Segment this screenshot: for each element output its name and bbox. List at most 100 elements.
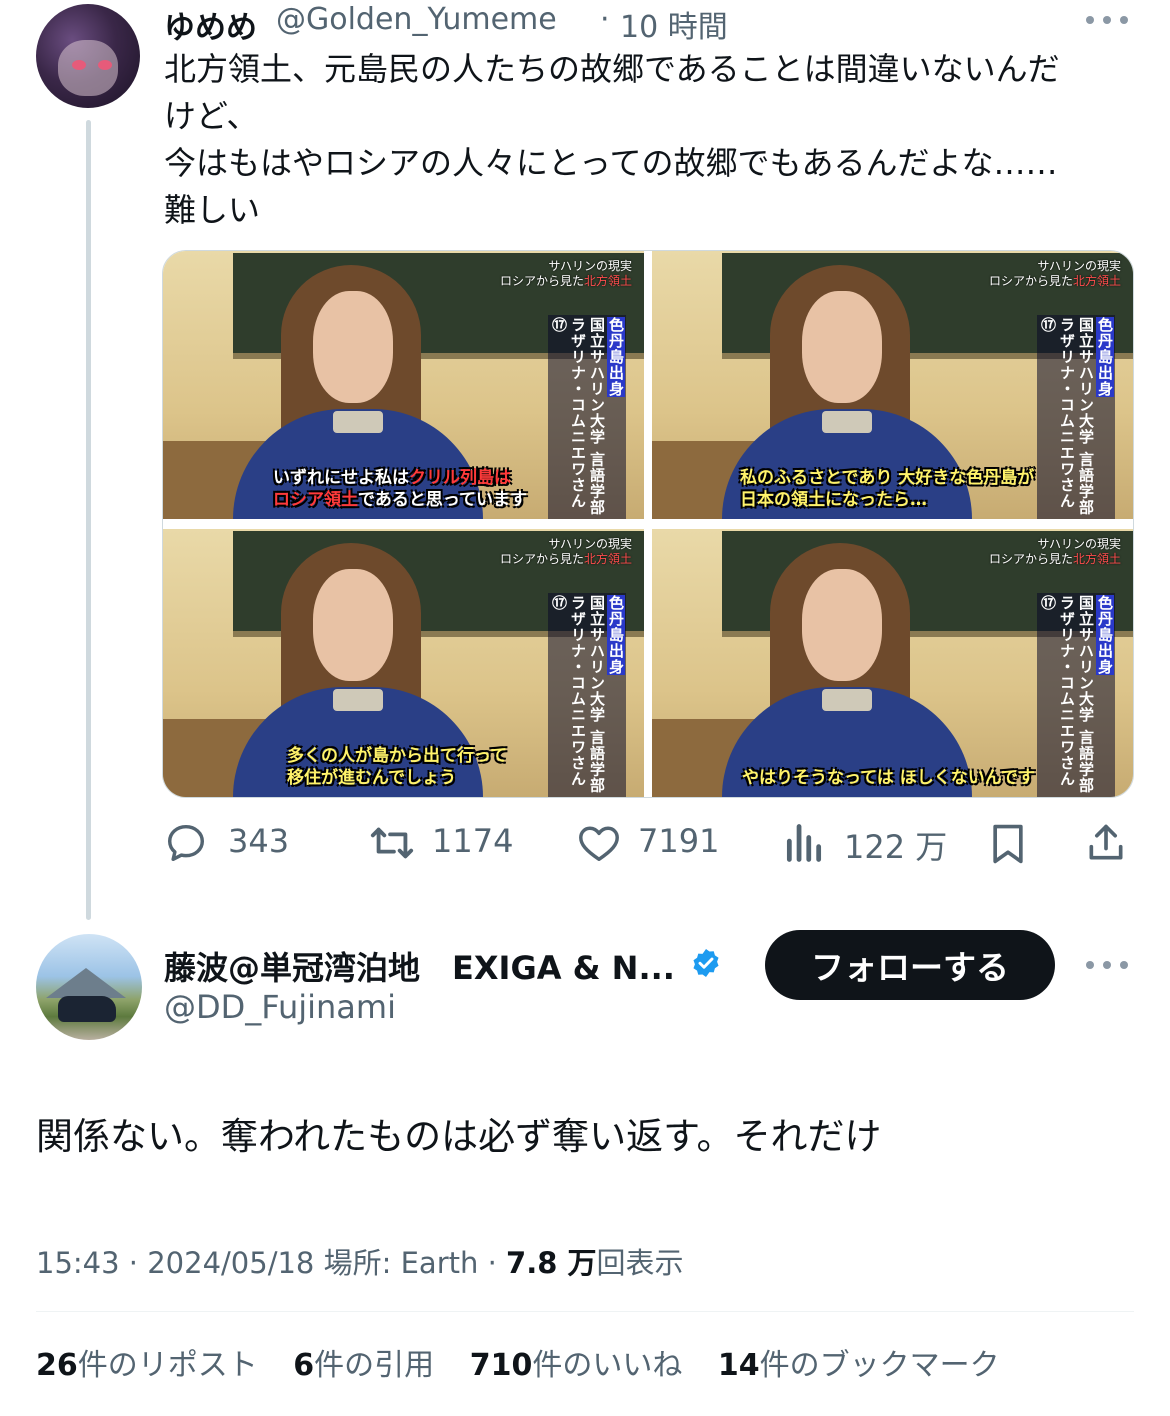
tweet-time[interactable]: 10 時間 xyxy=(620,2,728,46)
stat-label: 件のリポスト xyxy=(77,1348,258,1383)
person-face xyxy=(313,291,393,403)
program-title-line1: サハリンの現実 xyxy=(1037,259,1121,273)
more-icon[interactable] xyxy=(1086,14,1132,26)
person-collar xyxy=(822,689,872,711)
person-name: ラザリナ・コムニエワさん⑰ xyxy=(1039,595,1076,787)
media-image[interactable]: サハリンの現実 ロシアから見た北方領土 色丹島出身 国立サハリン大学 言語学部 … xyxy=(163,251,644,519)
tweet-time[interactable]: 15:43 xyxy=(36,1246,120,1280)
program-title-line1: サハリンの現実 xyxy=(1037,537,1121,551)
avatar[interactable] xyxy=(36,934,142,1040)
thread-line xyxy=(86,120,91,920)
avatar[interactable] xyxy=(36,4,140,108)
media-image[interactable]: サハリンの現実 ロシアから見た北方領土 色丹島出身 国立サハリン大学 言語学部 … xyxy=(652,529,1133,797)
program-title: サハリンの現実 ロシアから見た北方領土 xyxy=(989,259,1121,289)
person-affiliation: 国立サハリン大学 言語学部 xyxy=(1077,595,1095,794)
like-count: 7191 xyxy=(638,822,720,860)
user-handle[interactable]: @Golden_Yumeme xyxy=(276,2,557,37)
quote-stat[interactable]: 6件の引用 xyxy=(293,1340,434,1384)
person-label: 色丹島出身 国立サハリン大学 言語学部 ラザリナ・コムニエワさん⑰ xyxy=(1037,315,1115,519)
bookmark-stat[interactable]: 14件のブックマーク xyxy=(718,1340,1000,1384)
program-title: サハリンの現実 ロシアから見た北方領土 xyxy=(500,537,632,567)
subtitle-text: 多くの人が島から出て行って xyxy=(287,746,508,766)
display-name[interactable]: ゆめめ xyxy=(164,2,257,47)
subtitle-text: であると思っています xyxy=(358,490,527,510)
views-count: 122 万 xyxy=(844,828,948,866)
stat-label: 件のいいね xyxy=(532,1348,683,1383)
avatar-eye xyxy=(72,60,86,70)
program-title-line1: サハリンの現実 xyxy=(548,537,632,551)
person-label: 色丹島出身 国立サハリン大学 言語学部 ラザリナ・コムニエワさん⑰ xyxy=(548,315,626,519)
more-icon[interactable] xyxy=(1086,959,1132,971)
stat-count: 26 xyxy=(36,1348,78,1383)
retweet-button[interactable]: 1174 xyxy=(366,820,516,866)
person-name: ラザリナ・コムニエワさん⑰ xyxy=(550,317,587,509)
person-origin: 色丹島出身 xyxy=(1096,595,1114,675)
person-face xyxy=(802,291,882,403)
person-label: 色丹島出身 国立サハリン大学 言語学部 ラザリナ・コムニエワさん⑰ xyxy=(1037,593,1115,797)
views-count: 7.8 万 xyxy=(506,1246,597,1280)
like-stat[interactable]: 710件のいいね xyxy=(470,1340,683,1384)
separator-dot: · xyxy=(600,2,610,37)
media-image[interactable]: サハリンの現実 ロシアから見た北方領土 色丹島出身 国立サハリン大学 言語学部 … xyxy=(652,251,1133,519)
subtitle: やはりそうなっては ほしくないんです xyxy=(742,767,1035,789)
reply-icon xyxy=(167,824,205,862)
separator-dot: · xyxy=(128,1246,139,1280)
bookmark-button[interactable] xyxy=(986,820,1032,866)
reply-button[interactable]: 343 xyxy=(162,820,302,866)
stat-label: 件のブックマーク xyxy=(759,1348,1000,1383)
person-origin: 色丹島出身 xyxy=(1096,317,1114,397)
person-face xyxy=(802,569,882,681)
media-image[interactable]: サハリンの現実 ロシアから見た北方領土 色丹島出身 国立サハリン大学 言語学部 … xyxy=(163,529,644,797)
subtitle-text: やはりそうなっては ほしくないんです xyxy=(742,768,1035,788)
share-button[interactable] xyxy=(1084,820,1130,866)
program-title-line2: ロシアから見た xyxy=(499,552,584,566)
program-title: サハリンの現実 ロシアから見た北方領土 xyxy=(500,259,632,289)
repost-stat[interactable]: 26件のリポスト xyxy=(36,1340,258,1384)
separator-dot: · xyxy=(487,1246,497,1280)
divider xyxy=(36,1311,1134,1312)
person-collar xyxy=(333,689,383,711)
subtitle: いずれにせよ私はクリル列島は ロシア領土であると思っています xyxy=(273,467,527,511)
program-title-line2: ロシアから見た xyxy=(988,274,1073,288)
user-handle[interactable]: @DD_Fujinami xyxy=(164,988,396,1026)
media-grid[interactable]: サハリンの現実 ロシアから見た北方領土 色丹島出身 国立サハリン大学 言語学部 … xyxy=(162,250,1134,798)
subtitle-text: 移住が進むんでしょう xyxy=(287,768,457,788)
program-title-highlight: 北方領土 xyxy=(583,274,632,288)
views-label: 回表示 xyxy=(596,1246,684,1280)
bookmark-icon xyxy=(993,824,1023,864)
person-name: ラザリナ・コムニエワさん⑰ xyxy=(550,595,587,787)
program-title-highlight: 北方領土 xyxy=(583,552,632,566)
program-title-highlight: 北方領土 xyxy=(1072,552,1121,566)
tweet-text: 北方領土、元島民の人たちの故郷であることは間違いないんだ けど、 今はもはやロシ… xyxy=(164,50,1060,229)
like-button[interactable]: 7191 xyxy=(574,820,724,866)
tweet-location: 場所: Earth xyxy=(323,1246,479,1280)
stat-count: 14 xyxy=(717,1348,760,1383)
views-icon xyxy=(786,824,822,862)
person-collar xyxy=(333,411,383,433)
engagement-stats: 26件のリポスト 6件の引用 710件のいいね 14件のブックマーク xyxy=(36,1340,1026,1384)
subtitle: 私のふるさとであり 大好きな色丹島が 日本の領土になったら… xyxy=(740,467,1034,511)
stat-count: 710 xyxy=(469,1348,533,1383)
verified-icon xyxy=(693,949,719,977)
person-name: ラザリナ・コムニエワさん⑰ xyxy=(1039,317,1076,509)
person-affiliation: 国立サハリン大学 言語学部 xyxy=(1077,317,1095,516)
person-collar xyxy=(822,411,872,433)
person-face xyxy=(313,569,393,681)
tweet-text: 関係ない。奪われたものは必ず奪い返す。それだけ xyxy=(36,1115,882,1158)
tweet-meta: 15:43 · 2024/05/18 場所: Earth · 7.8 万回表示 xyxy=(36,1240,684,1282)
person-affiliation: 国立サハリン大学 言語学部 xyxy=(588,595,606,794)
stat-label: 件の引用 xyxy=(314,1348,435,1383)
views-button[interactable]: 122 万 xyxy=(782,820,952,866)
share-icon xyxy=(1089,824,1123,860)
retweet-count: 1174 xyxy=(432,822,514,860)
program-title-line1: サハリンの現実 xyxy=(548,259,632,273)
subtitle-highlight: クリル列島は xyxy=(409,468,511,488)
stat-count: 6 xyxy=(293,1348,315,1383)
like-icon xyxy=(579,826,619,862)
subtitle-text: いずれにせよ私は xyxy=(273,468,409,488)
subtitle-highlight: ロシア領土 xyxy=(273,490,358,510)
tweet-date[interactable]: 2024/05/18 xyxy=(147,1246,314,1280)
follow-button[interactable]: フォローする xyxy=(765,930,1055,1000)
display-name[interactable]: 藤波@単冠湾泊地 EXIGA & N... xyxy=(164,943,675,989)
program-title-line2: ロシアから見た xyxy=(499,274,584,288)
